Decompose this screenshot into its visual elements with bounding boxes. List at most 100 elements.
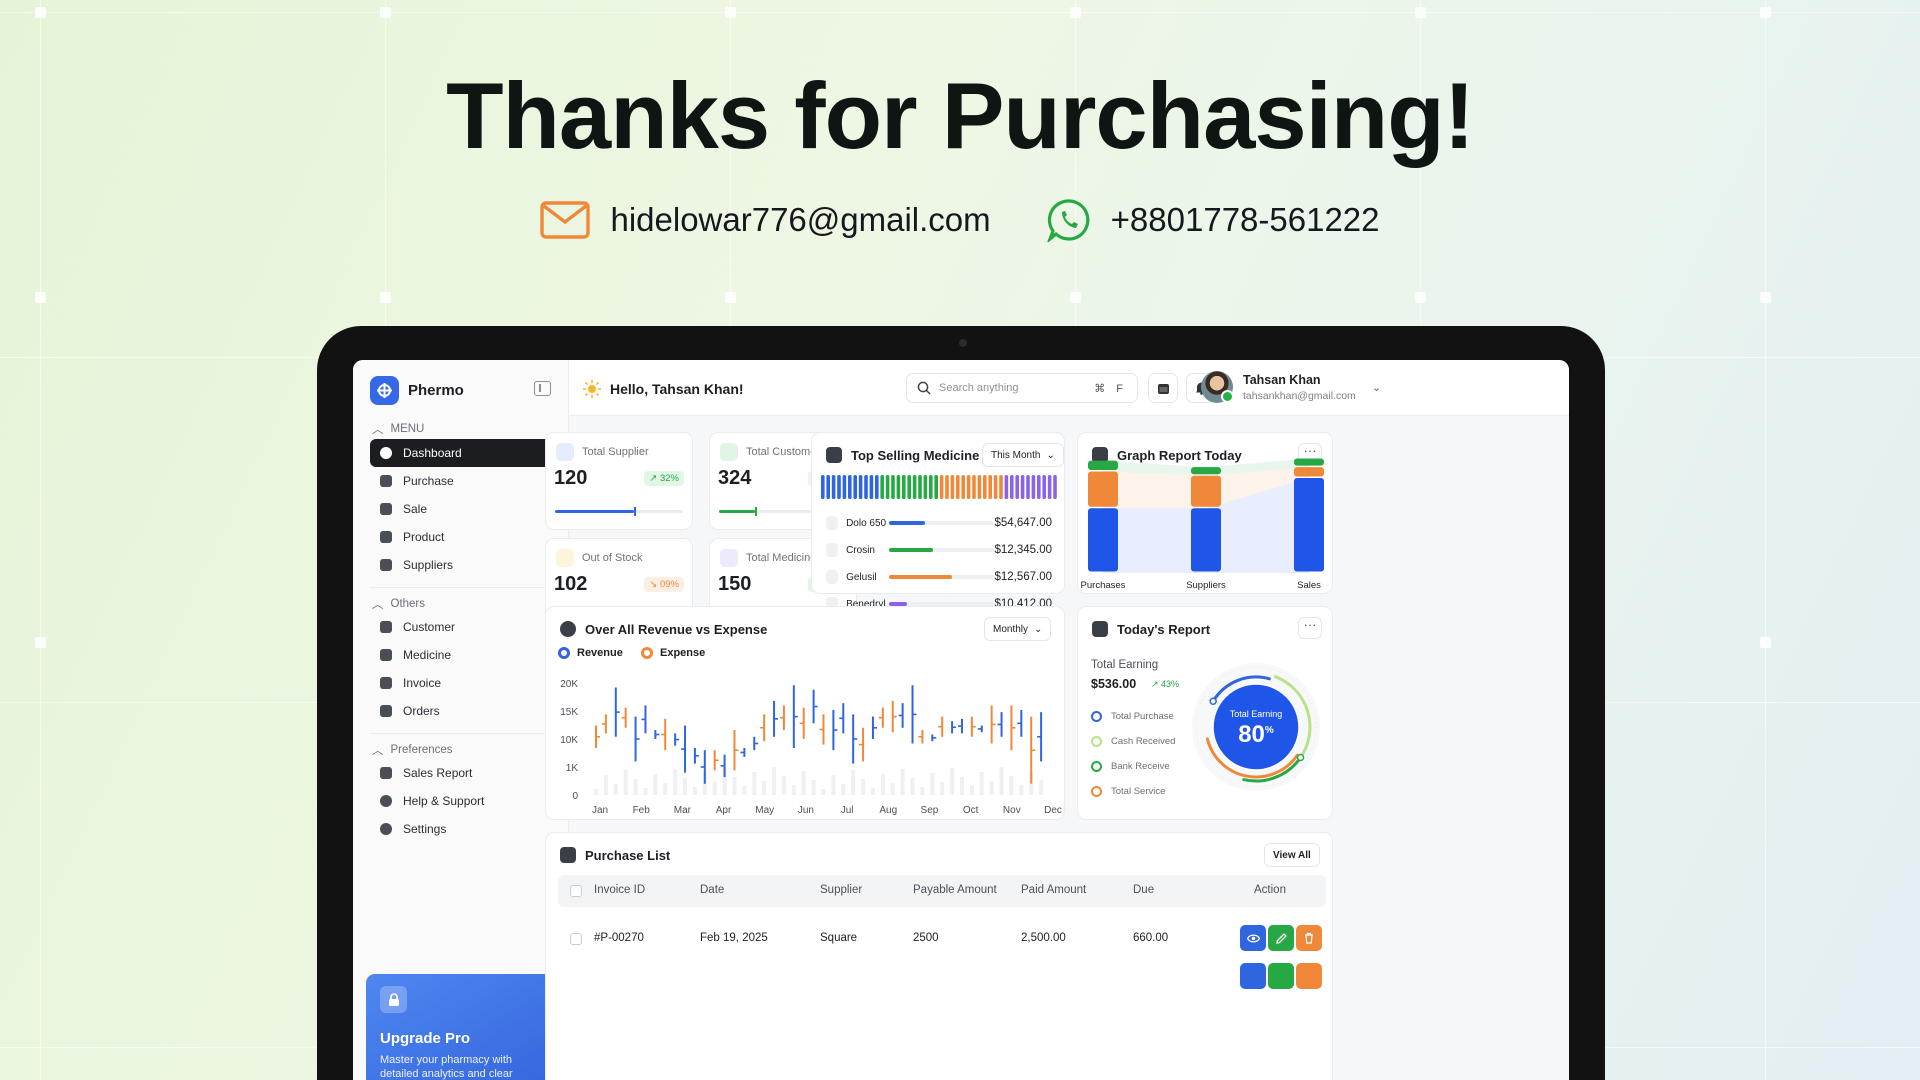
chevron-down-icon: ⌄ xyxy=(1371,381,1382,394)
search-icon xyxy=(917,381,931,395)
stat-progress-fill xyxy=(555,510,635,513)
volume-bar xyxy=(791,785,796,795)
upgrade-pro-card[interactable]: Upgrade Pro Master your pharmacy with de… xyxy=(366,974,552,1080)
todays-report-card: Today's Report ··· Total Earning $536.00… xyxy=(1077,606,1333,820)
earning-label: Total Earning xyxy=(1091,659,1159,671)
medicine-share-fill xyxy=(889,548,934,552)
distribution-stripe xyxy=(885,475,890,499)
nav-product[interactable]: Product xyxy=(370,523,554,551)
edit-button[interactable] xyxy=(1268,925,1294,951)
x-tick-label: May xyxy=(755,805,774,816)
x-tick-label: Sep xyxy=(921,805,939,816)
menu-section-label[interactable]: ︿ MENU xyxy=(372,421,424,437)
chevron-down-icon: ⌄ xyxy=(1046,449,1055,461)
dashboard-icon xyxy=(380,447,392,459)
volume-bar xyxy=(940,782,945,795)
stat-icon xyxy=(556,443,574,461)
distribution-stripe xyxy=(1037,475,1041,499)
nav-suppliers[interactable]: Suppliers xyxy=(370,551,554,579)
truck-icon xyxy=(380,559,392,571)
volume-bar xyxy=(732,777,737,795)
distribution-stripe xyxy=(999,475,1003,499)
nav-invoice[interactable]: Invoice xyxy=(370,669,554,697)
distribution-stripe xyxy=(837,475,841,499)
x-tick-label: Aug xyxy=(879,805,897,816)
distribution-stripe xyxy=(875,475,879,499)
cell-due: 660.00 xyxy=(1133,932,1169,944)
medicine-share-bar xyxy=(889,575,995,579)
x-tick-label: Mar xyxy=(674,805,692,816)
category-label: Suppliers xyxy=(1186,580,1226,591)
others-section-label[interactable]: ︿ Others xyxy=(372,596,425,612)
col-due: Due xyxy=(1133,884,1155,896)
revenue-chart: 20K 15K 10K 1K 0 Jan Feb Mar Apr May Jun Jul Aug Sep O… xyxy=(560,679,1062,816)
distribution-stripe xyxy=(1053,475,1057,499)
nav-customer[interactable]: Customer xyxy=(370,613,554,641)
volume-bar xyxy=(930,773,935,795)
stack-segment xyxy=(1294,477,1324,572)
medicine-row[interactable]: Crosin $12,345.00 xyxy=(826,540,1052,560)
topbar: Hello, Tahsan Khan! Search anything ⌘ F … xyxy=(569,360,1569,416)
view-button[interactable] xyxy=(1240,963,1266,989)
eye-icon xyxy=(1246,933,1260,943)
distribution-stripe xyxy=(972,475,976,499)
col-invoice-id: Invoice ID xyxy=(594,884,646,896)
search-placeholder: Search anything xyxy=(939,382,1019,394)
distribution-stripe xyxy=(896,475,901,499)
divider xyxy=(370,733,554,734)
report-legend-item: Cash Received xyxy=(1091,736,1175,747)
nav-sales-report[interactable]: Sales Report xyxy=(370,759,554,787)
more-options-button[interactable]: ··· xyxy=(1298,617,1322,639)
medicine-name: Gelusil xyxy=(846,571,877,583)
volume-bar xyxy=(603,775,608,795)
delete-button[interactable] xyxy=(1296,963,1322,989)
nav-dashboard[interactable]: Dashboard xyxy=(370,439,554,467)
nav-purchase[interactable]: Purchase xyxy=(370,467,554,495)
search-input[interactable]: Search anything ⌘ F xyxy=(906,373,1138,403)
distribution-stripe xyxy=(842,475,847,499)
nav-help-support[interactable]: Help & Support xyxy=(370,787,554,815)
stack-segment xyxy=(1191,508,1221,572)
cell-supplier: Square xyxy=(820,932,858,944)
y-tick-label: 10K xyxy=(560,735,578,746)
period-dropdown[interactable]: This Month ⌄ xyxy=(982,443,1064,467)
medicine-row[interactable]: Gelusil $12,567.00 xyxy=(826,567,1052,587)
nav-sale[interactable]: Sale xyxy=(370,495,554,523)
nav-orders[interactable]: Orders xyxy=(370,697,554,725)
col-date: Date xyxy=(700,884,725,896)
stat-card[interactable]: Total Supplier 120 ↗ 32% xyxy=(545,432,693,530)
chevron-up-icon: ︿ xyxy=(372,424,384,436)
edit-button[interactable] xyxy=(1268,963,1294,989)
collapse-sidebar-icon[interactable] xyxy=(534,381,551,396)
distribution-stripe xyxy=(1047,475,1052,499)
distribution-stripe xyxy=(821,475,825,499)
volume-bar xyxy=(594,789,598,795)
volume-bar xyxy=(870,788,875,795)
brand[interactable]: Phermo xyxy=(370,376,464,405)
volume-bar xyxy=(613,784,618,795)
delete-button[interactable] xyxy=(1296,925,1322,951)
distribution-stripe xyxy=(1042,475,1046,499)
pill-icon xyxy=(826,447,842,463)
col-supplier: Supplier xyxy=(820,884,863,896)
preferences-section-label[interactable]: ︿ Preferences xyxy=(372,742,453,758)
nav-settings[interactable]: Settings xyxy=(370,815,554,843)
calendar-button[interactable] xyxy=(1148,373,1178,403)
medicine-icon xyxy=(826,543,839,557)
grid-marker xyxy=(35,292,46,303)
select-all-checkbox[interactable] xyxy=(570,885,582,897)
search-shortcut: ⌘ F xyxy=(1094,382,1127,395)
graph-report-chart: Purchases Suppliers Sales xyxy=(1081,458,1324,591)
user-profile[interactable]: Tahsan Khan tahsankhan@gmail.com ⌄ xyxy=(1201,371,1381,403)
phone-contact[interactable]: +8801778-561222 xyxy=(1046,198,1380,242)
y-tick-label: 1K xyxy=(566,763,579,774)
medicine-row[interactable]: Dolo 650 $54,647.00 xyxy=(826,513,1052,533)
distribution-stripe xyxy=(1015,475,1019,499)
row-checkbox[interactable] xyxy=(570,933,582,945)
y-tick-label: 0 xyxy=(572,791,578,802)
nav-medicine[interactable]: Medicine xyxy=(370,641,554,669)
view-button[interactable] xyxy=(1240,925,1266,951)
view-all-button[interactable]: View All xyxy=(1264,843,1320,867)
greeting: Hello, Tahsan Khan! xyxy=(583,380,744,398)
email-contact[interactable]: hidelowar776@gmail.com xyxy=(540,198,991,242)
